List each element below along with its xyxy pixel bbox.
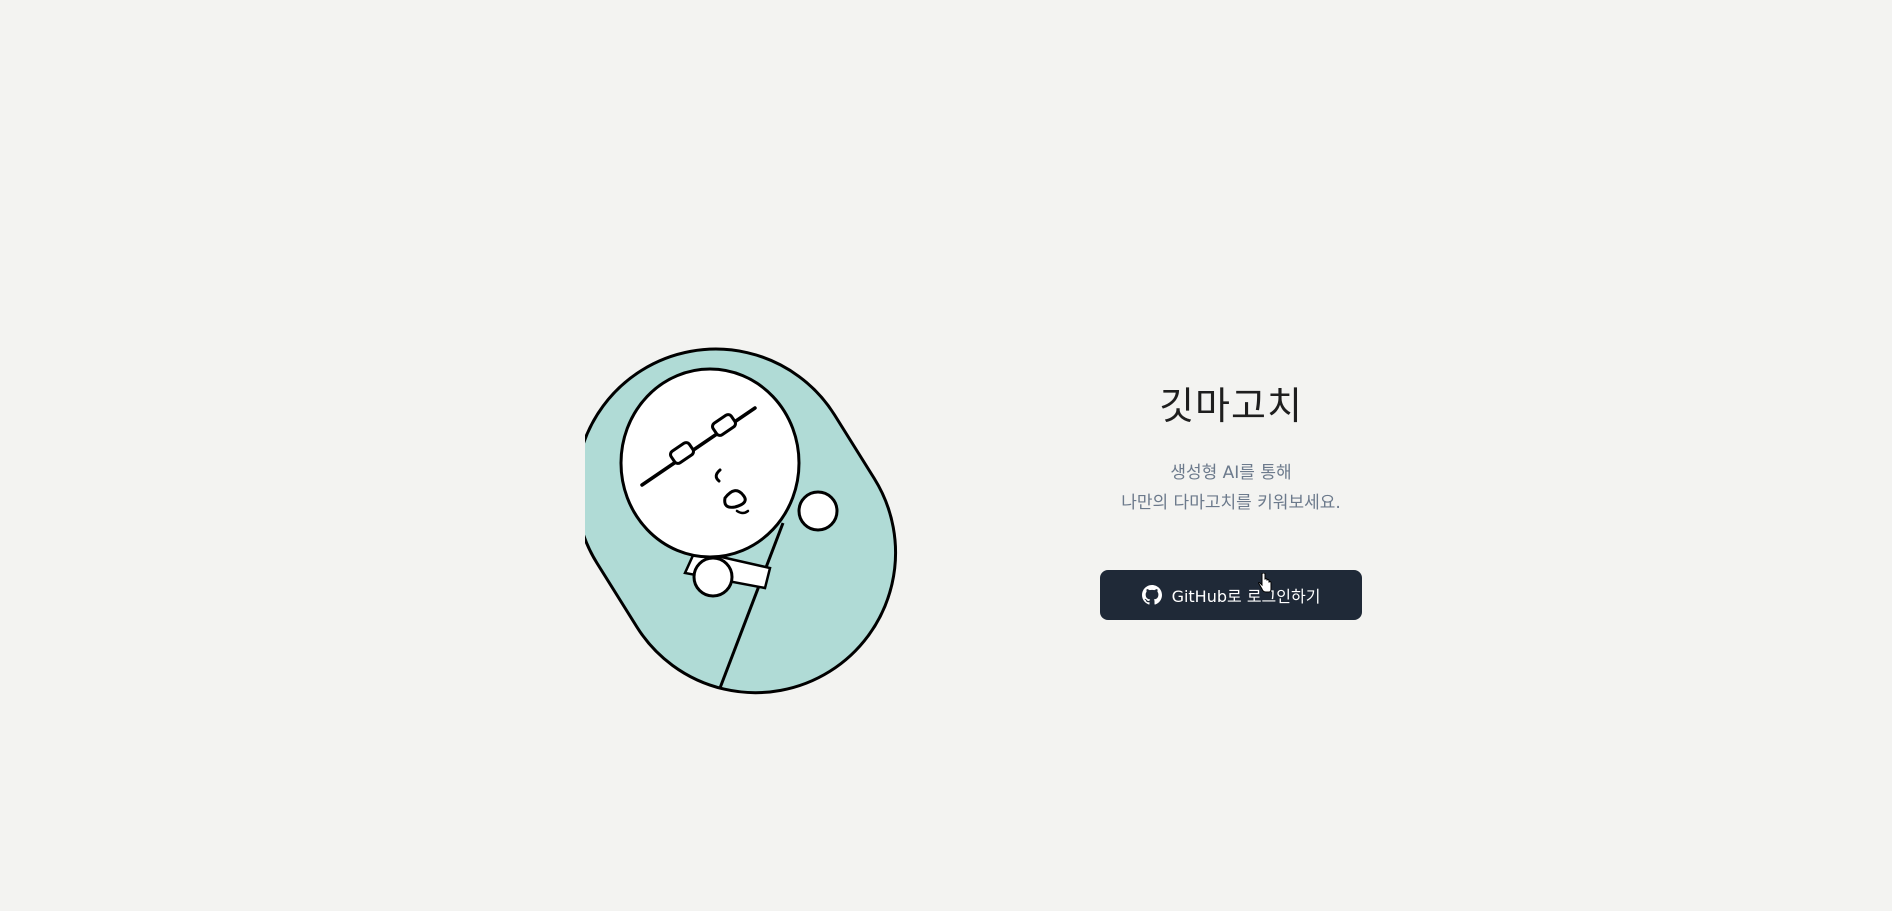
login-page: 깃마고치 생성형 AI를 통해 나만의 다마고치를 키워보세요. GitHub로…: [0, 0, 1892, 911]
subtitle-line-2: 나만의 다마고치를 키워보세요.: [1121, 493, 1341, 513]
login-panel: 깃마고치 생성형 AI를 통해 나만의 다마고치를 키워보세요. GitHub로…: [1100, 380, 1362, 620]
baby-mascot-svg: [585, 347, 898, 695]
baby-mascot-illustration: [585, 323, 910, 708]
github-login-button[interactable]: GitHub로 로그인하기: [1100, 570, 1362, 620]
pointer-cursor-icon: [1257, 572, 1272, 593]
app-subtitle: 생성형 AI를 통해 나만의 다마고치를 키워보세요.: [1100, 458, 1362, 518]
subtitle-line-1: 생성형 AI를 통해: [1170, 463, 1292, 483]
github-login-label: GitHub로 로그인하기: [1171, 587, 1321, 606]
app-title: 깃마고치: [1159, 384, 1303, 428]
github-icon: [1141, 585, 1162, 605]
